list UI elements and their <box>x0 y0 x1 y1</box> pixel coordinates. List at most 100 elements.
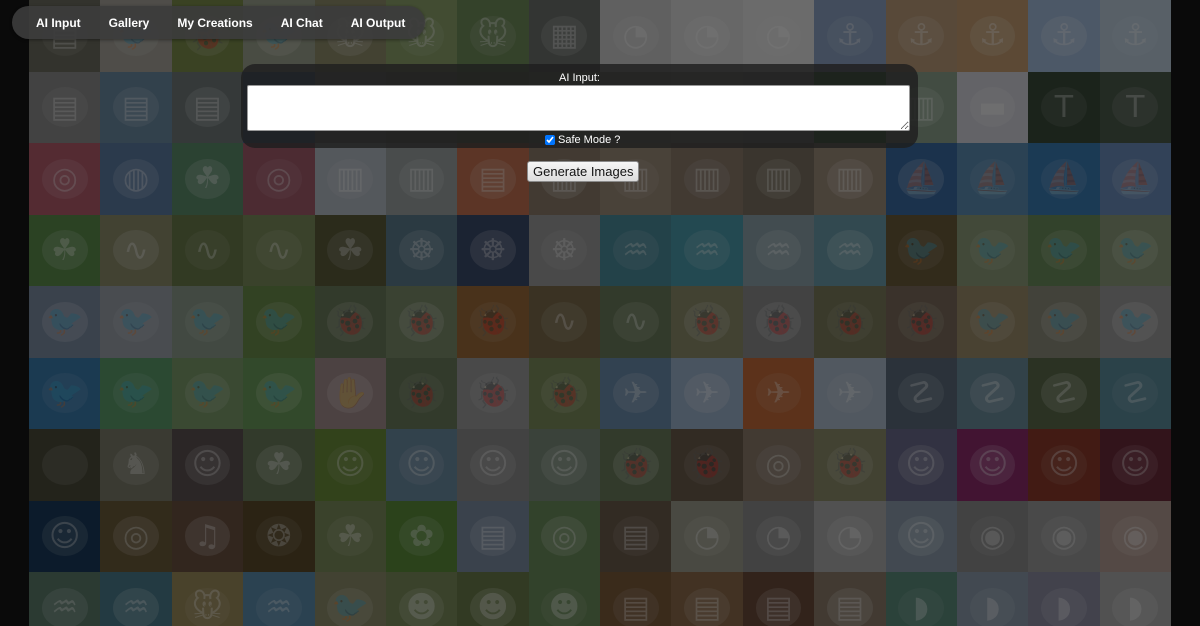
tile-robot-2[interactable]: ☸ <box>457 214 529 286</box>
tile-fish-3[interactable]: ♒ <box>742 214 815 286</box>
tile-boat-3[interactable]: ⛵ <box>1028 143 1100 215</box>
tile-map[interactable]: ◍ <box>100 143 172 215</box>
generate-images-button[interactable]: Generate Images <box>527 161 640 182</box>
tile-fish-1[interactable]: ♒ <box>600 214 672 286</box>
tile-monkey-3[interactable]: ☻ <box>528 572 600 626</box>
tile-boat-2[interactable]: ⛵ <box>956 143 1029 215</box>
nav-ai-input[interactable]: AI Input <box>36 16 81 30</box>
tile-anime-4[interactable]: ☺ <box>1028 429 1100 501</box>
tile-restaurant-1[interactable]: ▤ <box>600 572 672 626</box>
prompt-input[interactable] <box>247 85 910 131</box>
tile-fish-4[interactable]: ♒ <box>814 214 886 286</box>
tile-blue-bird-4[interactable]: 🐦 <box>243 357 315 429</box>
tile-boat-4[interactable]: ⛵ <box>1099 143 1171 215</box>
tile-corridor-4[interactable]: ▥ <box>742 143 815 215</box>
tile-field[interactable]: ☘ <box>243 429 315 501</box>
tile-gauge-1[interactable]: ◔ <box>600 0 672 72</box>
tile-car[interactable]: ▬ <box>956 71 1029 143</box>
tile-panel[interactable]: ▦ <box>528 0 600 72</box>
nav-ai-chat[interactable]: AI Chat <box>281 16 323 30</box>
tile-restaurant-2[interactable]: ▤ <box>671 572 743 626</box>
tile-dark[interactable] <box>29 429 101 501</box>
tile-oil-1[interactable]: ⚓ <box>814 0 886 72</box>
tile-anime-2[interactable]: ☺ <box>885 429 957 501</box>
tile-plane-4[interactable]: ✈ <box>814 357 886 429</box>
tile-bird-7[interactable]: 🐦 <box>1099 286 1171 358</box>
tile-hawk-2[interactable]: 🐦 <box>1028 214 1100 286</box>
tile-building-2[interactable]: ▥ <box>385 143 458 215</box>
tile-shield[interactable]: ◎ <box>528 500 600 572</box>
tile-lamp[interactable]: ❂ <box>243 500 315 572</box>
tile-lizard-2[interactable]: ∿ <box>171 214 244 286</box>
tile-dragon-1[interactable]: ☡ <box>885 357 957 429</box>
tile-dragon-4[interactable]: ☡ <box>1099 357 1171 429</box>
tile-eye[interactable]: ◎ <box>243 143 315 215</box>
tile-reef-1[interactable]: ♒ <box>29 572 101 626</box>
tile-insect-7[interactable]: 🐞 <box>885 286 957 358</box>
tile-anime-3[interactable]: ☺ <box>956 429 1029 501</box>
tile-beetle-2[interactable]: 🐞 <box>814 429 886 501</box>
tile-lab-1[interactable]: ▤ <box>29 71 101 143</box>
tile-text-2[interactable]: T <box>1099 71 1171 143</box>
tile-room-red[interactable]: ▤ <box>457 143 529 215</box>
tile-horse[interactable]: ♞ <box>100 429 172 501</box>
safe-mode-checkbox[interactable] <box>545 135 555 145</box>
tile-gauge-2[interactable]: ◔ <box>671 0 743 72</box>
tile-plane-3[interactable]: ✈ <box>742 357 815 429</box>
tile-building-1[interactable]: ▥ <box>314 143 386 215</box>
nav-ai-output[interactable]: AI Output <box>351 16 406 30</box>
tile-elephant-1[interactable]: ◗ <box>885 572 957 626</box>
tile-clock[interactable]: ◔ <box>671 500 743 572</box>
tile-anime-5[interactable]: ☺ <box>1099 429 1171 501</box>
tile-bird-frame[interactable]: 🐦 <box>885 214 957 286</box>
tile-spider[interactable]: 🐞 <box>457 357 529 429</box>
tile-hand[interactable]: ✋ <box>314 357 386 429</box>
tile-insect-5[interactable]: 🐞 <box>742 286 815 358</box>
tile-gauge-3[interactable]: ◔ <box>742 0 815 72</box>
tile-rodent[interactable]: 🐭 <box>171 572 244 626</box>
tile-hawk-1[interactable]: 🐦 <box>956 214 1029 286</box>
tile-eye-2[interactable]: ◉ <box>1028 500 1100 572</box>
tile-elephant-4[interactable]: ◗ <box>1099 572 1171 626</box>
tile-reef-2[interactable]: ♒ <box>100 572 172 626</box>
tile-baseball-3[interactable]: ☺ <box>528 429 600 501</box>
tile-blue-bird-3[interactable]: 🐦 <box>171 357 244 429</box>
tile-corridor-3[interactable]: ▥ <box>671 143 743 215</box>
tile-robot-3[interactable]: ☸ <box>528 214 600 286</box>
tile-boat-1[interactable]: ⛵ <box>885 143 957 215</box>
tile-plant[interactable]: ☘ <box>29 214 101 286</box>
tile-menu[interactable]: ▤ <box>600 500 672 572</box>
tile-fish-2[interactable]: ♒ <box>671 214 743 286</box>
tile-restaurant-3[interactable]: ▤ <box>742 572 815 626</box>
tile-lizard-1[interactable]: ∿ <box>100 214 172 286</box>
tile-oil-4[interactable]: ⚓ <box>1028 0 1100 72</box>
tile-cell[interactable]: ◎ <box>29 143 101 215</box>
tile-eye-1[interactable]: ◉ <box>956 500 1029 572</box>
tile-fish-5[interactable]: ♒ <box>243 572 315 626</box>
tile-bird-3[interactable]: 🐦 <box>171 286 244 358</box>
tile-gauge-5[interactable]: ◔ <box>814 500 886 572</box>
tile-monkey-2[interactable]: ☻ <box>457 572 529 626</box>
tile-lizard-5[interactable]: ∿ <box>600 286 672 358</box>
tile-gauge-4[interactable]: ◔ <box>742 500 815 572</box>
tile-corridor-5[interactable]: ▥ <box>814 143 886 215</box>
tile-text-1[interactable]: T <box>1028 71 1100 143</box>
tile-lab-3[interactable]: ▤ <box>171 71 244 143</box>
tile-bird-5[interactable]: 🐦 <box>956 286 1029 358</box>
tile-eye-3[interactable]: ◉ <box>1099 500 1171 572</box>
tile-plane-2[interactable]: ✈ <box>671 357 743 429</box>
tile-bird-4[interactable]: 🐦 <box>243 286 315 358</box>
tile-oil-5[interactable]: ⚓ <box>1099 0 1171 72</box>
tile-oil-3[interactable]: ⚓ <box>956 0 1029 72</box>
nav-my-creations[interactable]: My Creations <box>177 16 252 30</box>
tile-dragon-3[interactable]: ☡ <box>1028 357 1100 429</box>
tile-bug-red[interactable]: 🐞 <box>385 357 458 429</box>
tile-restaurant-4[interactable]: ▤ <box>814 572 886 626</box>
tile-bird-1[interactable]: 🐦 <box>29 286 101 358</box>
tile-fruit[interactable]: ☘ <box>314 500 386 572</box>
tile-oil-2[interactable]: ⚓ <box>885 0 957 72</box>
tile-elephant-2[interactable]: ◗ <box>956 572 1029 626</box>
tile-book[interactable]: ▤ <box>457 500 529 572</box>
tile-blue-bird-2[interactable]: 🐦 <box>100 357 172 429</box>
nav-gallery[interactable]: Gallery <box>109 16 150 30</box>
